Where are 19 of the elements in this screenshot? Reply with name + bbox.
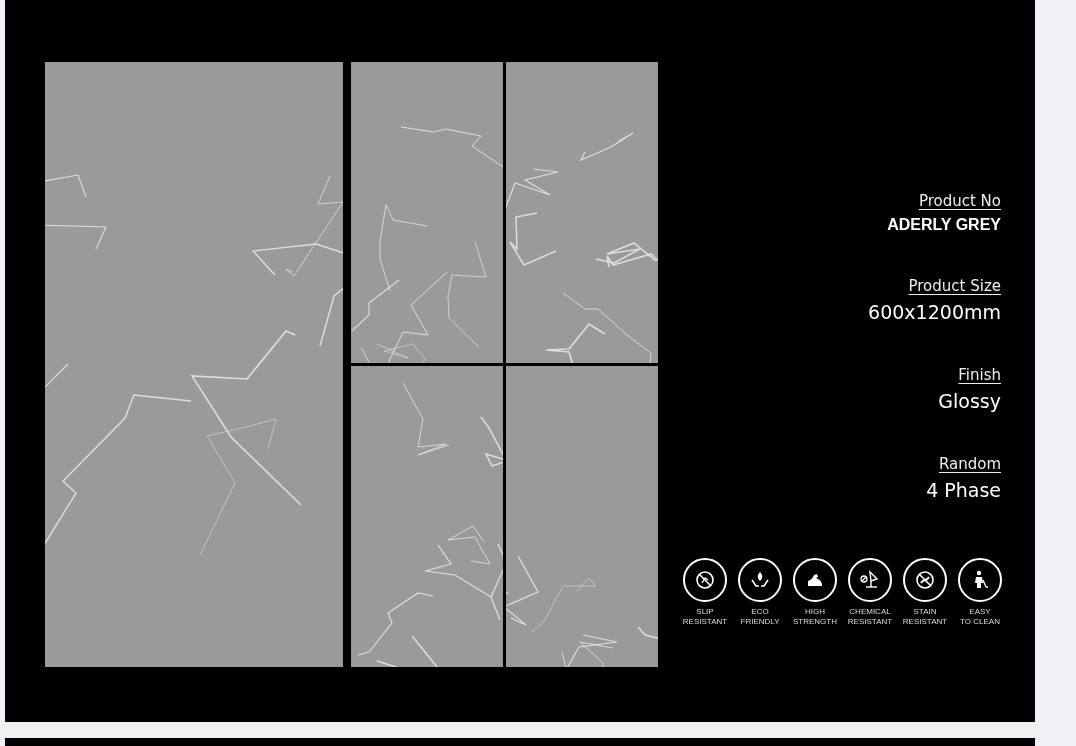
no-slip-icon (683, 558, 727, 602)
spec-label: Product Size (908, 277, 1001, 295)
spec-value: Glossy (938, 390, 1001, 412)
flask-icon (848, 558, 892, 602)
feature-label: ECO FRIENDLY (740, 607, 780, 627)
feature-label: CHEMICAL RESISTANT (847, 607, 893, 627)
spec-value: 600x1200mm (868, 301, 1001, 323)
cleaning-person-icon (958, 558, 1002, 602)
no-stain-icon (903, 558, 947, 602)
spec-value: 4 Phase (926, 479, 1001, 501)
spec-value: ADERLY GREY (887, 216, 1001, 234)
spec-label: Finish (958, 366, 1001, 384)
spec-label: Product No (918, 192, 1001, 210)
hands-leaf-icon (738, 558, 782, 602)
spec-label: Random (938, 455, 1001, 473)
feature-label: STAIN RESISTANT (902, 607, 948, 627)
feature-label: EASY TO CLEAN (960, 607, 1000, 627)
feature-label: HIGH STRENGTH (793, 607, 837, 627)
feature-label: SLIP RESISTANT (682, 607, 728, 627)
